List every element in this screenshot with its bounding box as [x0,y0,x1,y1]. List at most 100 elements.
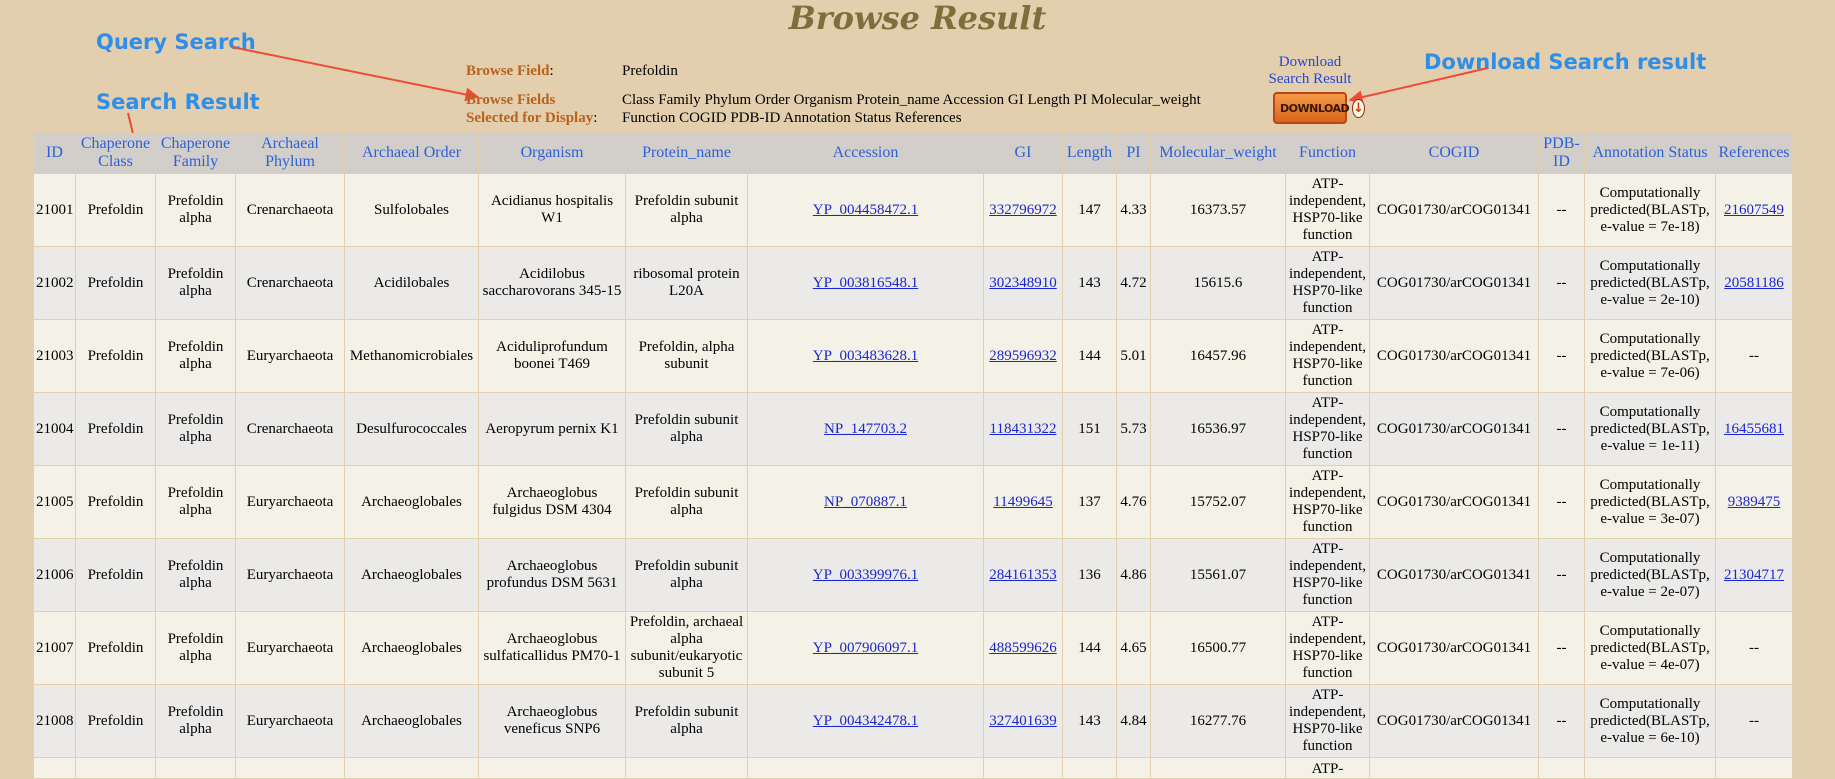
cell-protein-name: Prefoldin subunit alpha [626,466,748,539]
header-id[interactable]: ID [34,133,76,174]
cell-cogid: COG01730/arCOG01341 [1370,685,1539,758]
cell-organism: Aeropyrum pernix K1 [479,393,626,466]
cell-chaperone-class: Prefoldin [76,539,156,612]
gi-link[interactable]: 289596932 [989,348,1057,364]
cell-molecular-weight: 16536.97 [1151,393,1286,466]
accession-link[interactable]: NP_147703.2 [824,421,907,437]
cell-annotation-status: Computationally predicted(BLASTp, e-valu… [1585,466,1716,539]
cell-function: ATP-independent, HSP70-like function [1286,466,1370,539]
cell-id: 21008 [34,685,76,758]
accession-link[interactable]: YP_004458472.1 [813,202,918,218]
cell-organism: Archaeoglobus veneficus SNP6 [479,685,626,758]
download-search-result-link[interactable]: Download Search Result [1256,54,1364,88]
cell-annotation-status: Computationally predicted(BLASTp, e-valu… [1585,320,1716,393]
cell-chaperone-family: Prefoldin alpha [156,174,236,247]
cell-pdb-id: -- [1539,320,1585,393]
header-molecular-weight[interactable]: Molecular_weight [1151,133,1286,174]
gi-link[interactable]: 488599626 [989,640,1057,656]
cell-molecular-weight: 15615.6 [1151,247,1286,320]
table-cell [626,758,748,779]
header-chaperone-class[interactable]: Chaperone Class [76,133,156,174]
header-archaeal-phylum[interactable]: Archaeal Phylum [236,133,345,174]
reference-link[interactable]: 16455681 [1724,421,1784,437]
cell-archaeal-phylum: Euryarchaeota [236,685,345,758]
cell-molecular-weight: 16373.57 [1151,174,1286,247]
accession-cell: YP_003399976.1 [748,539,984,612]
header-function[interactable]: Function [1286,133,1370,174]
cell-molecular-weight: 16457.96 [1151,320,1286,393]
table-cell [1539,758,1585,779]
cell-annotation-status: Computationally predicted(BLASTp, e-valu… [1585,612,1716,685]
table-row: 21001 Prefoldin Prefoldin alpha Crenarchaeo… [34,174,1793,247]
header-length[interactable]: Length [1063,133,1117,174]
header-protein-name[interactable]: Protein_name [626,133,748,174]
cell-function: ATP-independent, HSP70-like function [1286,247,1370,320]
cell-pi: 5.73 [1117,393,1151,466]
cell-archaeal-order: Archaeoglobales [345,685,479,758]
table-row: 21006 Prefoldin Prefoldin alpha Euryarchaeo… [34,539,1793,612]
cell-protein-name: ribosomal protein L20A [626,247,748,320]
header-references[interactable]: References [1716,133,1793,174]
cell-pi: 4.33 [1117,174,1151,247]
annotation-query-search: Query Search [96,30,256,54]
reference-cell: -- [1716,612,1793,685]
cell-cogid: COG01730/arCOG01341 [1370,466,1539,539]
cell-id: 21006 [34,539,76,612]
table-cell [236,758,345,779]
header-pi[interactable]: PI [1117,133,1151,174]
accession-link[interactable]: NP_070887.1 [824,494,907,510]
header-annotation-status[interactable]: Annotation Status [1585,133,1716,174]
cell-archaeal-order: Archaeoglobales [345,466,479,539]
cell-chaperone-class: Prefoldin [76,466,156,539]
accession-link[interactable]: YP_004342478.1 [813,713,918,729]
header-gi[interactable]: GI [984,133,1063,174]
table-header-row: ID Chaperone Class Chaperone Family Arch… [34,133,1793,174]
accession-link[interactable]: YP_007906097.1 [813,640,918,656]
cell-cogid: COG01730/arCOG01341 [1370,174,1539,247]
reference-link[interactable]: 20581186 [1724,275,1783,291]
cell-length: 144 [1063,320,1117,393]
gi-link[interactable]: 327401639 [989,713,1057,729]
cell-function: ATP-independent, HSP70-like function [1286,393,1370,466]
accession-cell: YP_007906097.1 [748,612,984,685]
accession-link[interactable]: YP_003399976.1 [813,567,918,583]
gi-link[interactable]: 11499645 [993,494,1052,510]
cell-chaperone-class: Prefoldin [76,685,156,758]
cell-organism: Aciduliprofundum boonei T469 [479,320,626,393]
header-accession[interactable]: Accession [748,133,984,174]
header-cogid[interactable]: COGID [1370,133,1539,174]
cell-length: 144 [1063,612,1117,685]
table-row: 21008 Prefoldin Prefoldin alpha Euryarchaeo… [34,685,1793,758]
cell-id: 21004 [34,393,76,466]
download-button[interactable]: DOWNLOAD ↓ [1273,92,1366,124]
accession-link[interactable]: YP_003483628.1 [813,348,918,364]
reference-link[interactable]: 21607549 [1724,202,1784,218]
cell-chaperone-family: Prefoldin alpha [156,612,236,685]
cell-chaperone-class: Prefoldin [76,320,156,393]
accession-link[interactable]: YP_003816548.1 [813,275,918,291]
table-cell [1063,758,1117,779]
accession-cell: NP_147703.2 [748,393,984,466]
table-cell [156,758,236,779]
download-link-line2: Search Result [1268,71,1352,87]
table-cell [345,758,479,779]
cell-organism: Archaeoglobus profundus DSM 5631 [479,539,626,612]
gi-link[interactable]: 284161353 [989,567,1057,583]
gi-link[interactable]: 302348910 [989,275,1057,291]
gi-link[interactable]: 118431322 [990,421,1057,437]
cell-annotation-status: Computationally predicted(BLASTp, e-valu… [1585,393,1716,466]
cell-annotation-status: Computationally predicted(BLASTp, e-valu… [1585,247,1716,320]
table-cell [479,758,626,779]
gi-cell: 327401639 [984,685,1063,758]
header-archaeal-order[interactable]: Archaeal Order [345,133,479,174]
cell-pdb-id: -- [1539,466,1585,539]
header-organism[interactable]: Organism [479,133,626,174]
table-row: 21003 Prefoldin Prefoldin alpha Euryarchaeo… [34,320,1793,393]
header-chaperone-family[interactable]: Chaperone Family [156,133,236,174]
reference-link[interactable]: 21304717 [1724,567,1784,583]
gi-link[interactable]: 332796972 [989,202,1057,218]
reference-link[interactable]: 9389475 [1728,494,1781,510]
header-pdb-id[interactable]: PDB-ID [1539,133,1585,174]
cell-pi: 4.72 [1117,247,1151,320]
annotation-download-search-result: Download Search result [1424,50,1707,74]
